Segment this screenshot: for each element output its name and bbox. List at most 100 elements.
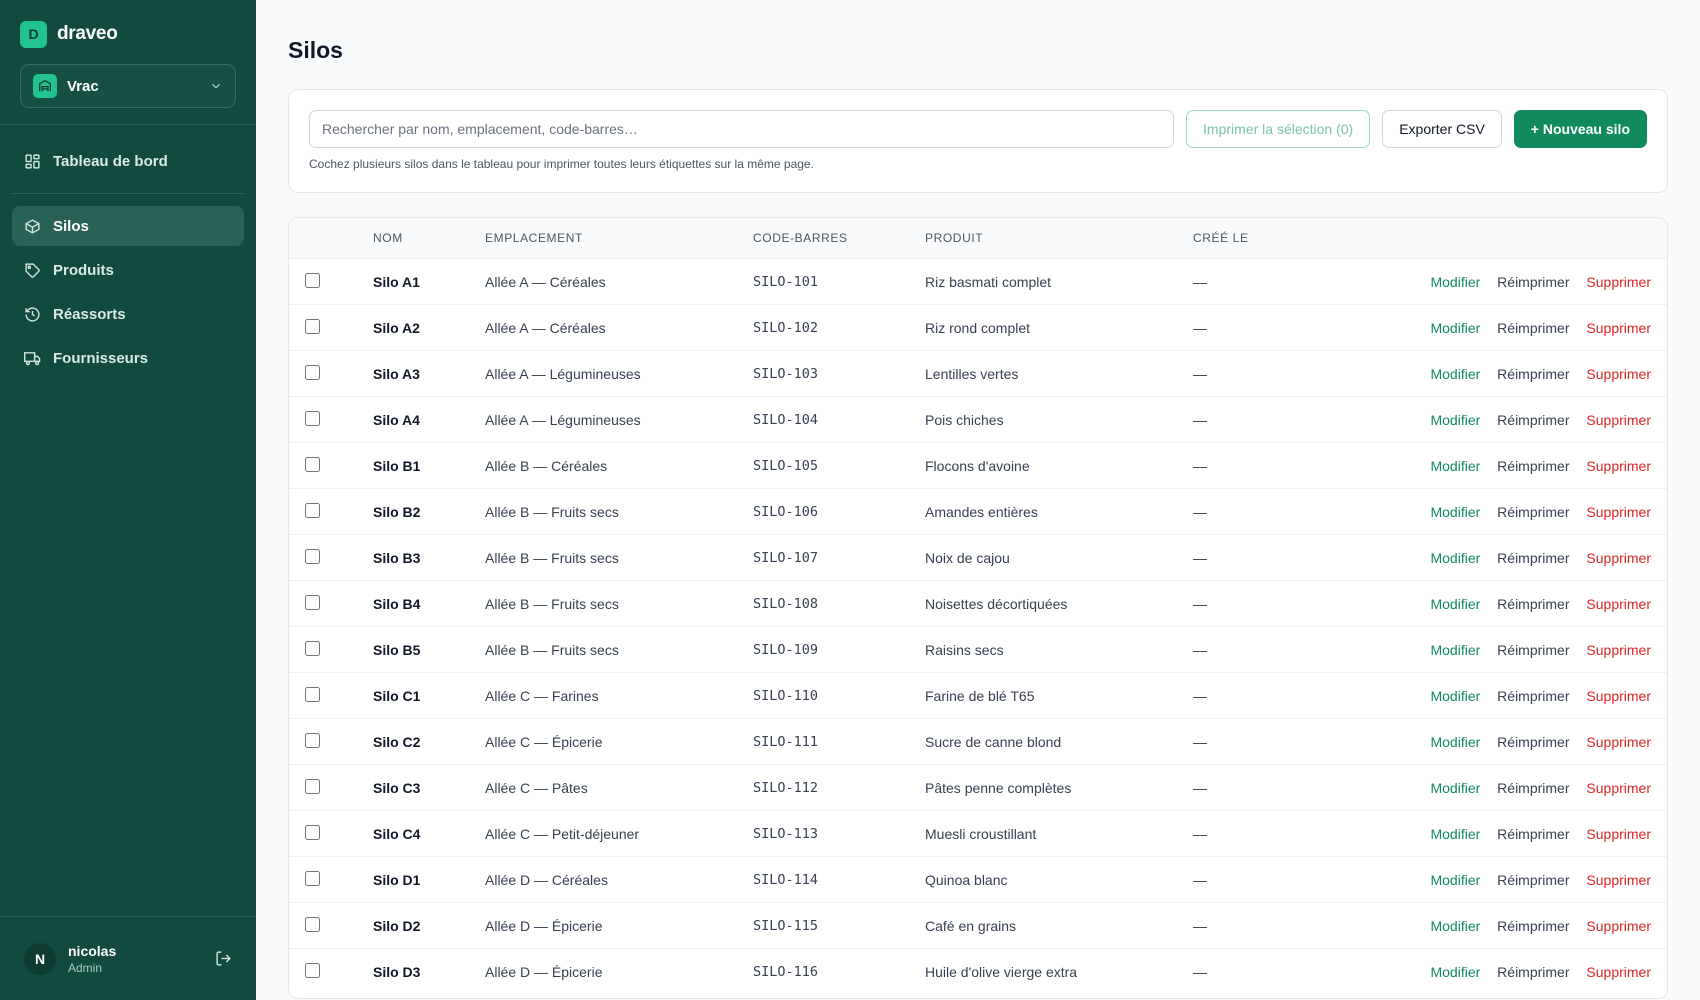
delete-link[interactable]: Supprimer: [1586, 918, 1651, 934]
edit-link[interactable]: Modifier: [1430, 550, 1480, 566]
reprint-link[interactable]: Réimprimer: [1497, 780, 1569, 796]
edit-link[interactable]: Modifier: [1430, 964, 1480, 980]
sidebar-item-silos[interactable]: Silos: [12, 206, 244, 246]
sidebar-item-dashboard[interactable]: Tableau de bord: [12, 141, 244, 181]
workspace-selector[interactable]: Vrac: [20, 64, 236, 108]
edit-link[interactable]: Modifier: [1430, 642, 1480, 658]
silo-produit: Farine de blé T65: [925, 672, 1193, 719]
row-checkbox[interactable]: [305, 272, 320, 288]
new-silo-button[interactable]: + Nouveau silo: [1513, 110, 1647, 148]
edit-link[interactable]: Modifier: [1430, 780, 1480, 796]
reprint-link[interactable]: Réimprimer: [1497, 366, 1569, 382]
silo-cree-le: —: [1193, 626, 1313, 673]
row-select-cell: [289, 580, 373, 627]
silo-emplacement: Allée A — Céréales: [485, 258, 753, 305]
delete-link[interactable]: Supprimer: [1586, 366, 1651, 382]
row-checkbox[interactable]: [305, 870, 320, 886]
row-checkbox[interactable]: [305, 640, 320, 656]
reprint-link[interactable]: Réimprimer: [1497, 688, 1569, 704]
reprint-link[interactable]: Réimprimer: [1497, 550, 1569, 566]
reprint-link[interactable]: Réimprimer: [1497, 964, 1569, 980]
row-checkbox[interactable]: [305, 410, 320, 426]
reprint-link[interactable]: Réimprimer: [1497, 274, 1569, 290]
delete-link[interactable]: Supprimer: [1586, 964, 1651, 980]
reprint-link[interactable]: Réimprimer: [1497, 734, 1569, 750]
edit-link[interactable]: Modifier: [1430, 872, 1480, 888]
row-checkbox[interactable]: [305, 456, 320, 472]
row-checkbox[interactable]: [305, 548, 320, 564]
silo-emplacement: Allée C — Pâtes: [485, 764, 753, 811]
reprint-link[interactable]: Réimprimer: [1497, 412, 1569, 428]
silo-produit: Huile d'olive vierge extra: [925, 963, 1078, 980]
delete-link[interactable]: Supprimer: [1586, 320, 1651, 336]
table-row: Silo D2 Allée D — Épicerie SILO-115 Café…: [289, 902, 1667, 949]
row-checkbox[interactable]: [305, 824, 320, 840]
silo-produit: Riz rond complet: [925, 304, 1193, 351]
delete-link[interactable]: Supprimer: [1586, 504, 1651, 520]
row-checkbox[interactable]: [305, 594, 320, 610]
search-input[interactable]: [309, 110, 1175, 148]
table-row: Silo A4 Allée A — Légumineuses SILO-104 …: [289, 396, 1667, 443]
row-checkbox[interactable]: [305, 916, 320, 932]
edit-link[interactable]: Modifier: [1430, 366, 1480, 382]
brand[interactable]: D draveo: [0, 0, 256, 48]
edit-link[interactable]: Modifier: [1430, 504, 1480, 520]
reprint-link[interactable]: Réimprimer: [1497, 596, 1569, 612]
print-selection-button[interactable]: Imprimer la sélection (0): [1186, 110, 1371, 148]
delete-link[interactable]: Supprimer: [1586, 274, 1651, 290]
row-checkbox[interactable]: [305, 318, 320, 334]
delete-link[interactable]: Supprimer: [1586, 872, 1651, 888]
edit-link[interactable]: Modifier: [1430, 596, 1480, 612]
row-actions: Modifier Réimprimer Supprimer: [1313, 856, 1667, 903]
sidebar-item-fournisseurs[interactable]: Fournisseurs: [12, 338, 244, 378]
delete-link[interactable]: Supprimer: [1586, 734, 1651, 750]
user-name: nicolas: [68, 942, 117, 959]
reprint-link[interactable]: Réimprimer: [1497, 504, 1569, 520]
delete-link[interactable]: Supprimer: [1586, 596, 1651, 612]
delete-link[interactable]: Supprimer: [1586, 458, 1651, 474]
edit-link[interactable]: Modifier: [1430, 274, 1480, 290]
delete-link[interactable]: Supprimer: [1586, 826, 1651, 842]
edit-link[interactable]: Modifier: [1430, 918, 1480, 934]
row-checkbox[interactable]: [305, 962, 320, 978]
reprint-link[interactable]: Réimprimer: [1497, 320, 1569, 336]
delete-link[interactable]: Supprimer: [1586, 412, 1651, 428]
edit-link[interactable]: Modifier: [1430, 688, 1480, 704]
delete-link[interactable]: Supprimer: [1586, 780, 1651, 796]
row-checkbox[interactable]: [305, 686, 320, 702]
edit-link[interactable]: Modifier: [1430, 412, 1480, 428]
row-checkbox[interactable]: [305, 778, 320, 794]
reprint-link[interactable]: Réimprimer: [1497, 872, 1569, 888]
edit-link[interactable]: Modifier: [1430, 458, 1480, 474]
sidebar-item-produits[interactable]: Produits: [12, 250, 244, 290]
silo-emplacement: Allée A — Légumineuses: [485, 350, 753, 397]
row-checkbox[interactable]: [305, 502, 320, 518]
reprint-link[interactable]: Réimprimer: [1497, 642, 1569, 658]
edit-link[interactable]: Modifier: [1430, 734, 1480, 750]
reprint-link[interactable]: Réimprimer: [1497, 826, 1569, 842]
silo-barcode: SILO-104: [753, 396, 925, 443]
silo-name: Silo C3: [373, 764, 485, 811]
table-row: Silo B2 Allée B — Fruits secs SILO-106 A…: [289, 488, 1667, 535]
row-checkbox[interactable]: [305, 732, 320, 748]
row-select-cell: [289, 902, 373, 949]
delete-link[interactable]: Supprimer: [1586, 550, 1651, 566]
silo-cree-le: —: [1193, 764, 1313, 811]
export-csv-button[interactable]: Exporter CSV: [1382, 110, 1502, 148]
silo-cree-le: —: [1193, 396, 1313, 443]
logout-icon[interactable]: [215, 950, 232, 967]
delete-link[interactable]: Supprimer: [1586, 642, 1651, 658]
delete-link[interactable]: Supprimer: [1586, 688, 1651, 704]
sidebar-item-reassorts[interactable]: Réassorts: [12, 294, 244, 334]
reprint-link[interactable]: Réimprimer: [1497, 458, 1569, 474]
edit-link[interactable]: Modifier: [1430, 320, 1480, 336]
silo-name: Silo B2: [373, 488, 485, 535]
silo-name: Silo C4: [373, 810, 485, 857]
row-select-cell: [289, 718, 373, 765]
edit-link[interactable]: Modifier: [1430, 826, 1480, 842]
silo-produit: Pois chiches: [925, 396, 1193, 443]
silo-produit: Muesli croustillant: [925, 810, 1193, 857]
row-checkbox[interactable]: [305, 364, 320, 380]
table-row: Silo C2 Allée C — Épicerie SILO-111 Sucr…: [289, 718, 1667, 765]
reprint-link[interactable]: Réimprimer: [1497, 918, 1569, 934]
